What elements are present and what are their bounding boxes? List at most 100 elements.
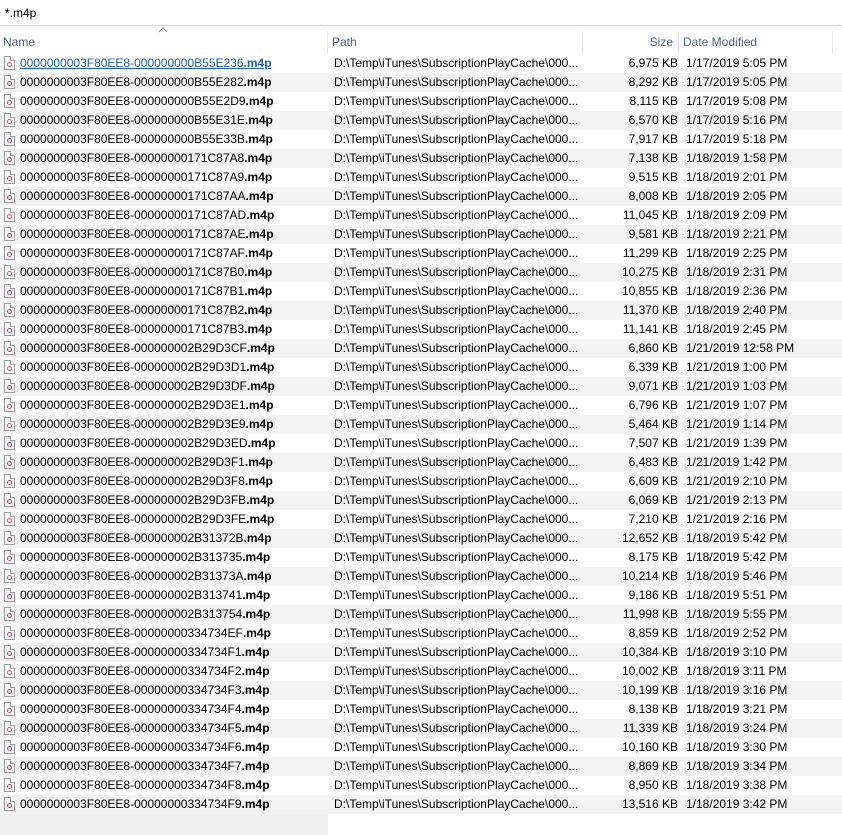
table-row[interactable]: 0000000003F80EE8-000000002B29D3FE.m4p D:\… bbox=[0, 510, 842, 529]
table-row[interactable]: 0000000003F80EE8-00000000171C87A8.m4p D:\… bbox=[0, 149, 842, 168]
file-name[interactable]: 0000000003F80EE8-000000000B55E282.m4p bbox=[20, 73, 325, 92]
table-row[interactable]: 0000000003F80EE8-000000002B29D3FB.m4p D:\… bbox=[0, 491, 842, 510]
file-name[interactable]: 0000000003F80EE8-000000002B29D3ED.m4p bbox=[20, 434, 325, 453]
table-row[interactable]: 0000000003F80EE8-00000000171C87B1.m4p D:\… bbox=[0, 282, 842, 301]
file-name[interactable]: 0000000003F80EE8-000000000B55E236.m4p bbox=[20, 54, 325, 73]
file-name[interactable]: 0000000003F80EE8-00000000171C87B1.m4p bbox=[20, 282, 325, 301]
table-row[interactable]: 0000000003F80EE8-000000002B29D3F1.m4p D:\… bbox=[0, 453, 842, 472]
table-row[interactable]: 0000000003F80EE8-00000000171C87B3.m4p D:\… bbox=[0, 320, 842, 339]
table-row[interactable]: 0000000003F80EE8-000000000B55E282.m4p D:\… bbox=[0, 73, 842, 92]
file-name[interactable]: 0000000003F80EE8-000000002B31372B.m4p bbox=[20, 529, 325, 548]
file-name[interactable]: 0000000003F80EE8-00000000334734F2.m4p bbox=[20, 662, 325, 681]
m4p-file-icon bbox=[4, 493, 15, 507]
file-name[interactable]: 0000000003F80EE8-000000002B313741.m4p bbox=[20, 586, 325, 605]
file-name[interactable]: 0000000003F80EE8-000000002B31373A.m4p bbox=[20, 567, 325, 586]
file-name[interactable]: 0000000003F80EE8-00000000171C87B2.m4p bbox=[20, 301, 325, 320]
file-name[interactable]: 0000000003F80EE8-00000000171C87A9.m4p bbox=[20, 168, 325, 187]
table-row[interactable]: 0000000003F80EE8-00000000334734F3.m4p D:\… bbox=[0, 681, 842, 700]
file-path: D:\Temp\iTunes\SubscriptionPlayCache\000… bbox=[334, 94, 579, 108]
table-row[interactable]: 0000000003F80EE8-000000002B29D3F8.m4p D:\… bbox=[0, 472, 842, 491]
table-row[interactable]: 0000000003F80EE8-000000000B55E2D9.m4p D:\… bbox=[0, 92, 842, 111]
file-name[interactable]: 0000000003F80EE8-00000000334734F6.m4p bbox=[20, 738, 325, 757]
column-header-path[interactable]: Path bbox=[329, 31, 583, 53]
file-path: D:\Temp\iTunes\SubscriptionPlayCache\000… bbox=[334, 75, 579, 89]
table-row[interactable]: 0000000003F80EE8-00000000334734F7.m4p D:\… bbox=[0, 757, 842, 776]
file-name-base: 0000000003F80EE8-000000000B55E31E bbox=[20, 113, 245, 127]
table-row[interactable]: 0000000003F80EE8-00000000334734F2.m4p D:\… bbox=[0, 662, 842, 681]
file-name[interactable]: 0000000003F80EE8-00000000171C87AD.m4p bbox=[20, 206, 325, 225]
column-header-date-modified[interactable]: Date Modified bbox=[680, 31, 833, 53]
file-name[interactable]: 0000000003F80EE8-000000002B29D3E1.m4p bbox=[20, 396, 325, 415]
table-row[interactable]: 0000000003F80EE8-000000002B29D3D1.m4p D:\… bbox=[0, 358, 842, 377]
table-row[interactable]: 0000000003F80EE8-000000002B29D3DF.m4p D:\… bbox=[0, 377, 842, 396]
table-row[interactable]: 0000000003F80EE8-00000000334734F4.m4p D:\… bbox=[0, 700, 842, 719]
file-name[interactable]: 0000000003F80EE8-00000000171C87AE.m4p bbox=[20, 225, 325, 244]
file-extension: .m4p bbox=[246, 512, 275, 526]
file-name[interactable]: 0000000003F80EE8-000000002B29D3F8.m4p bbox=[20, 472, 325, 491]
table-row[interactable]: 0000000003F80EE8-00000000334734F8.m4p D:\… bbox=[0, 776, 842, 795]
file-name[interactable]: 0000000003F80EE8-000000002B29D3F1.m4p bbox=[20, 453, 325, 472]
table-row[interactable]: 0000000003F80EE8-00000000171C87AD.m4p D:\… bbox=[0, 206, 842, 225]
search-input[interactable] bbox=[3, 4, 835, 22]
table-row[interactable]: 0000000003F80EE8-000000002B313754.m4p D:\… bbox=[0, 605, 842, 624]
file-name[interactable]: 0000000003F80EE8-000000002B29D3D1.m4p bbox=[20, 358, 325, 377]
file-path: D:\Temp\iTunes\SubscriptionPlayCache\000… bbox=[334, 759, 579, 773]
file-name[interactable]: 0000000003F80EE8-00000000171C87A8.m4p bbox=[20, 149, 325, 168]
table-row[interactable]: 0000000003F80EE8-000000002B29D3E9.m4p D:\… bbox=[0, 415, 842, 434]
file-name-base: 0000000003F80EE8-00000000171C87AF bbox=[20, 246, 245, 260]
table-row[interactable]: 0000000003F80EE8-000000000B55E33B.m4p D:\… bbox=[0, 130, 842, 149]
file-name[interactable]: 0000000003F80EE8-00000000171C87B0.m4p bbox=[20, 263, 325, 282]
table-row[interactable]: 0000000003F80EE8-000000000B55E236.m4p D:\… bbox=[0, 54, 842, 73]
table-row[interactable]: 0000000003F80EE8-000000000B55E31E.m4p D:\… bbox=[0, 111, 842, 130]
table-row[interactable]: 0000000003F80EE8-00000000171C87AF.m4p D:\… bbox=[0, 244, 842, 263]
table-row[interactable]: 0000000003F80EE8-00000000334734EF.m4p D:\… bbox=[0, 624, 842, 643]
table-row[interactable]: 0000000003F80EE8-000000002B313735.m4p D:\… bbox=[0, 548, 842, 567]
file-name[interactable]: 0000000003F80EE8-00000000171C87AA.m4p bbox=[20, 187, 325, 206]
column-header-size[interactable]: Size bbox=[584, 31, 679, 53]
table-row[interactable]: 0000000003F80EE8-00000000171C87AA.m4p D:\… bbox=[0, 187, 842, 206]
file-name[interactable]: 0000000003F80EE8-00000000334734EF.m4p bbox=[20, 624, 325, 643]
column-header-name[interactable]: Name bbox=[0, 27, 328, 53]
file-name[interactable]: 0000000003F80EE8-00000000171C87B3.m4p bbox=[20, 320, 325, 339]
file-name[interactable]: 0000000003F80EE8-000000002B313754.m4p bbox=[20, 605, 325, 624]
table-row[interactable]: 0000000003F80EE8-00000000334734F6.m4p D:\… bbox=[0, 738, 842, 757]
file-path: D:\Temp\iTunes\SubscriptionPlayCache\000… bbox=[334, 284, 579, 298]
table-row[interactable]: 0000000003F80EE8-000000002B29D3ED.m4p D:\… bbox=[0, 434, 842, 453]
file-name[interactable]: 0000000003F80EE8-000000000B55E33B.m4p bbox=[20, 130, 325, 149]
table-row[interactable]: 0000000003F80EE8-00000000171C87AE.m4p D:\… bbox=[0, 225, 842, 244]
table-row[interactable]: 0000000003F80EE8-00000000334734F1.m4p D:\… bbox=[0, 643, 842, 662]
file-name[interactable]: 0000000003F80EE8-000000002B29D3FE.m4p bbox=[20, 510, 325, 529]
file-name[interactable]: 0000000003F80EE8-00000000334734F1.m4p bbox=[20, 643, 325, 662]
table-row[interactable]: 0000000003F80EE8-00000000171C87B0.m4p D:\… bbox=[0, 263, 842, 282]
file-name[interactable]: 0000000003F80EE8-00000000334734F8.m4p bbox=[20, 776, 325, 795]
file-date-modified: 1/21/2019 12:58 PM bbox=[686, 341, 795, 355]
file-name[interactable]: 0000000003F80EE8-000000002B29D3DF.m4p bbox=[20, 377, 325, 396]
table-row[interactable]: 0000000003F80EE8-000000002B29D3CF.m4p D:\… bbox=[0, 339, 842, 358]
file-name[interactable]: 0000000003F80EE8-00000000334734F9.m4p bbox=[20, 795, 325, 814]
table-row[interactable]: 0000000003F80EE8-000000002B29D3E1.m4p D:\… bbox=[0, 396, 842, 415]
table-row[interactable]: 0000000003F80EE8-00000000334734F5.m4p D:\… bbox=[0, 719, 842, 738]
file-name[interactable]: 0000000003F80EE8-00000000334734F7.m4p bbox=[20, 757, 325, 776]
table-row[interactable]: 0000000003F80EE8-00000000171C87A9.m4p D:\… bbox=[0, 168, 842, 187]
file-size: 10,002 KB bbox=[621, 664, 678, 678]
file-size: 6,483 KB bbox=[628, 455, 678, 469]
table-row[interactable]: 0000000003F80EE8-000000002B313741.m4p D:\… bbox=[0, 586, 842, 605]
file-name[interactable]: 0000000003F80EE8-00000000334734F3.m4p bbox=[20, 681, 325, 700]
table-row[interactable]: 0000000003F80EE8-00000000334734F9.m4p D:\… bbox=[0, 795, 842, 814]
file-name[interactable]: 0000000003F80EE8-00000000171C87AF.m4p bbox=[20, 244, 325, 263]
file-name[interactable]: 0000000003F80EE8-000000002B29D3E9.m4p bbox=[20, 415, 325, 434]
table-row[interactable]: 0000000003F80EE8-00000000171C87B2.m4p D:\… bbox=[0, 301, 842, 320]
file-name[interactable]: 0000000003F80EE8-000000002B29D3FB.m4p bbox=[20, 491, 325, 510]
file-name[interactable]: 0000000003F80EE8-000000000B55E31E.m4p bbox=[20, 111, 325, 130]
table-row[interactable]: 0000000003F80EE8-000000002B31372B.m4p D:\… bbox=[0, 529, 842, 548]
m4p-file-icon bbox=[4, 170, 15, 184]
file-name[interactable]: 0000000003F80EE8-00000000334734F5.m4p bbox=[20, 719, 325, 738]
file-name[interactable]: 0000000003F80EE8-00000000334734F4.m4p bbox=[20, 700, 325, 719]
file-name[interactable]: 0000000003F80EE8-000000002B29D3CF.m4p bbox=[20, 339, 325, 358]
table-row[interactable]: 0000000003F80EE8-000000002B31373A.m4p D:\… bbox=[0, 567, 842, 586]
file-name[interactable]: 0000000003F80EE8-000000000B55E2D9.m4p bbox=[20, 92, 325, 111]
file-extension: .m4p bbox=[244, 474, 273, 488]
m4p-file-icon bbox=[4, 246, 15, 260]
file-name[interactable]: 0000000003F80EE8-000000002B313735.m4p bbox=[20, 548, 325, 567]
file-path: D:\Temp\iTunes\SubscriptionPlayCache\000… bbox=[334, 797, 579, 811]
